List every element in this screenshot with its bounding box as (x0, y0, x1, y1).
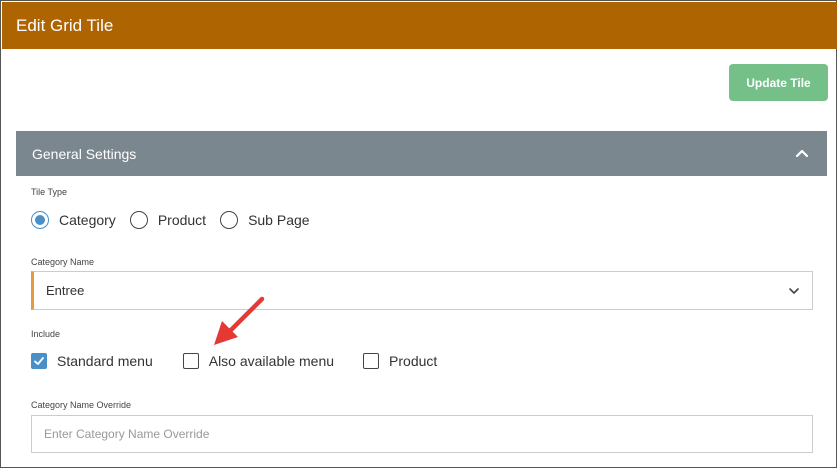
category-name-override-input[interactable] (31, 415, 813, 453)
radio-button[interactable] (31, 211, 49, 229)
radio-label: Category (59, 212, 116, 228)
chevron-down-icon[interactable] (788, 286, 800, 296)
radio-label: Sub Page (248, 212, 310, 228)
checkbox-option-product[interactable]: Product (363, 353, 437, 369)
dialog-title: Edit Grid Tile (16, 16, 114, 35)
tile-type-radio-group: Category Product Sub Page (31, 210, 324, 230)
radio-option-category[interactable]: Category (31, 211, 116, 229)
general-settings-header[interactable]: General Settings (16, 131, 827, 176)
checkbox[interactable] (31, 353, 47, 369)
annotation-arrow-icon (214, 296, 265, 345)
include-checkbox-group: Standard menu Also available menu Produc… (31, 351, 437, 371)
radio-button[interactable] (129, 211, 148, 229)
radio-label: Product (157, 212, 207, 228)
checkbox[interactable] (363, 353, 380, 369)
include-label: Include (31, 329, 61, 339)
radio-button[interactable] (220, 211, 239, 229)
category-name-override-label: Category Name Override (31, 400, 132, 410)
category-name-select[interactable]: Entree (31, 271, 813, 310)
radio-option-product[interactable]: Product (129, 211, 207, 229)
checkbox-option-standard-menu[interactable]: Standard menu (31, 353, 153, 369)
edit-grid-tile-dialog: Edit Grid Tile Update Tile General Setti… (0, 0, 837, 468)
category-name-value: Entree (46, 283, 85, 298)
checkbox-label: Standard menu (57, 353, 153, 369)
checkbox[interactable] (182, 353, 199, 369)
section-title: General Settings (32, 145, 137, 162)
checkmark-icon (34, 357, 44, 365)
update-tile-button[interactable]: Update Tile (729, 64, 828, 101)
chevron-up-icon[interactable] (795, 147, 809, 159)
checkbox-label: Also available menu (208, 353, 335, 369)
dialog-titlebar: Edit Grid Tile (2, 2, 837, 49)
radio-selected-dot (35, 215, 45, 225)
category-name-label: Category Name (31, 257, 95, 267)
checkbox-option-also-available-menu[interactable]: Also available menu (182, 353, 335, 369)
radio-option-sub-page[interactable]: Sub Page (220, 211, 310, 229)
tile-type-label: Tile Type (31, 187, 68, 197)
checkbox-label: Product (389, 353, 438, 369)
